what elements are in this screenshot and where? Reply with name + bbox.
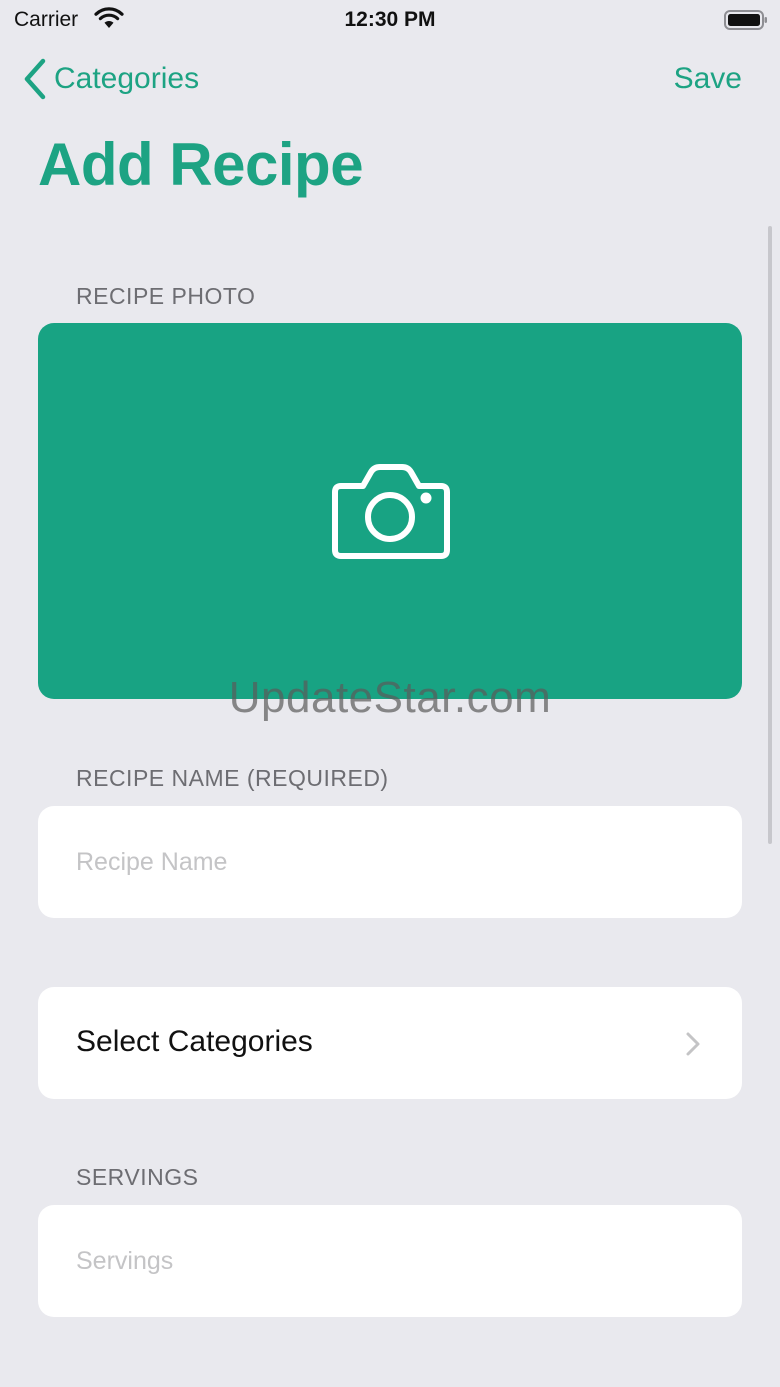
select-categories-row[interactable]: Select Categories — [38, 987, 742, 1099]
recipe-name-input[interactable] — [76, 806, 696, 918]
battery-icon — [724, 10, 767, 30]
status-time: 12:30 PM — [344, 8, 436, 31]
camera-icon[interactable] — [331, 460, 451, 560]
select-categories-label: Select Categories — [76, 1025, 313, 1058]
status-bar: Carrier 12:30 PM — [0, 0, 780, 40]
servings-input[interactable] — [76, 1205, 696, 1317]
scroll-indicator[interactable] — [768, 226, 772, 844]
chevron-left-icon — [24, 58, 46, 100]
recipe-name-card — [38, 806, 742, 918]
save-button[interactable]: Save — [674, 62, 742, 96]
chevron-right-icon — [686, 1032, 700, 1056]
watermark: UpdateStar.com — [228, 673, 552, 722]
back-button[interactable]: Categories — [22, 58, 199, 100]
back-button-label: Categories — [54, 62, 200, 95]
servings-label: SERVINGS — [76, 1164, 199, 1190]
page-title: Add Recipe — [38, 131, 364, 198]
servings-card — [38, 1205, 742, 1317]
recipe-photo-label: RECIPE PHOTO — [76, 283, 256, 309]
recipe-name-label: RECIPE NAME (REQUIRED) — [76, 765, 389, 791]
